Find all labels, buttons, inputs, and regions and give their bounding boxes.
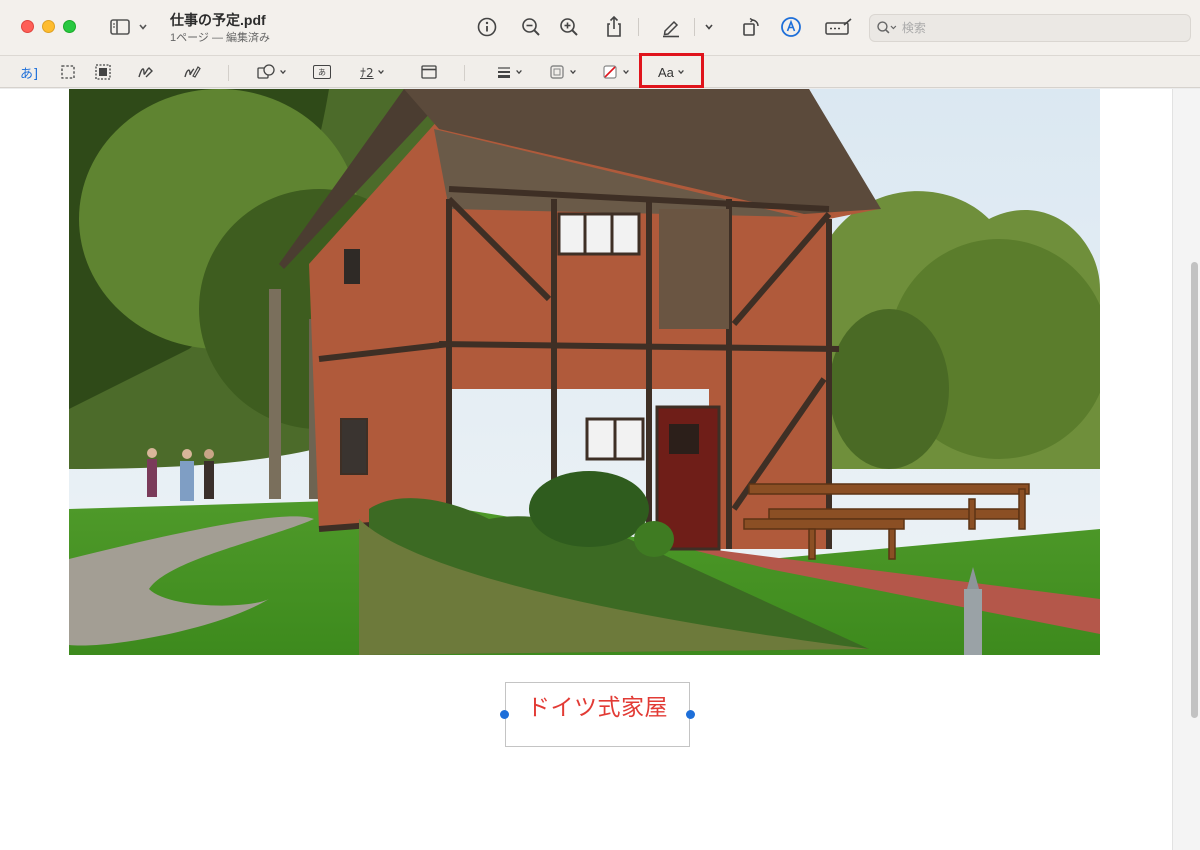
search-input[interactable] [901,21,1190,35]
chevron-down-icon [139,24,147,30]
document-viewport: ドイツ式家屋 [0,89,1200,850]
form-fill-icon [825,18,852,35]
sketch-icon [138,67,153,78]
border-color-menu[interactable] [548,60,577,84]
markup-button[interactable] [778,14,804,40]
sketch-tool[interactable] [136,60,156,84]
scrollbar-thumb[interactable] [1191,262,1198,718]
document-title: 仕事の予定.pdf [170,12,266,28]
search-field[interactable] [869,14,1191,42]
house-photo [69,89,1100,655]
rectangular-selection-tool[interactable] [60,60,76,84]
close-window-button[interactable] [21,20,34,33]
shapes-menu[interactable] [256,60,287,84]
rotate-button[interactable] [738,14,764,40]
pdf-page: ドイツ式家屋 [0,89,1172,850]
zoom-in-icon [560,18,578,36]
draw-icon [184,66,201,78]
signature-icon: ﾅ2 [360,65,374,80]
text-annotation[interactable]: ドイツ式家屋 [506,688,689,722]
chevron-down-icon [280,69,286,75]
chevron-down-icon [570,69,576,75]
line-style-icon [498,67,510,78]
note-tool[interactable] [420,60,438,84]
toolbar-divider [694,18,695,36]
highlight-button[interactable] [658,14,684,40]
share-button[interactable] [601,14,627,40]
sidebar-icon [110,19,130,35]
text-annotation-box[interactable]: ドイツ式家屋 [505,682,690,747]
rotate-icon [743,17,759,36]
fill-color-icon [603,65,617,79]
text-box-tool[interactable]: あ [313,60,331,84]
sign-menu[interactable]: ﾅ2 [360,60,385,84]
draw-tool[interactable] [182,60,202,84]
chevron-down-icon [623,69,629,75]
chevron-down-icon [705,24,713,30]
highlight-pen-icon [663,20,679,38]
maximize-window-button[interactable] [63,20,76,33]
photo-illustration [69,89,1100,655]
shape-style-menu[interactable] [496,60,523,84]
note-icon [421,65,437,79]
document-status: 1ページ — 編集済み [170,32,271,44]
shapes-icon [257,64,275,79]
text-box-icon: あ [313,65,331,79]
font-button-highlight [639,53,704,88]
window-titlebar: 仕事の予定.pdf 1ページ — 編集済み [0,0,1200,56]
minimize-window-button[interactable] [42,20,55,33]
share-icon [607,15,621,37]
toolbar-divider [638,18,639,36]
resize-handle-left[interactable] [500,710,509,719]
markup-toolbar: あ] あ ﾅ2 Aa [0,56,1200,88]
highlight-options-button[interactable] [698,14,720,40]
sidebar-toggle-button[interactable] [108,14,154,40]
smart-lasso-tool[interactable] [94,60,112,84]
resize-handle-right[interactable] [686,710,695,719]
chevron-down-icon [377,69,384,75]
toolbar-divider [464,65,465,81]
zoom-out-icon [522,18,540,36]
chevron-down-icon [516,69,522,75]
info-button[interactable] [474,14,500,40]
form-fill-button[interactable] [822,14,854,40]
search-icon [877,21,897,34]
markup-icon [781,17,801,37]
zoom-out-button[interactable] [518,14,544,40]
image-selection-icon [95,64,111,80]
zoom-in-button[interactable] [556,14,582,40]
text-selection-icon: あ] [20,66,39,82]
toolbar-divider [228,65,229,81]
text-selection-tool[interactable]: あ] [20,60,38,84]
info-icon [477,17,497,37]
fill-color-menu[interactable] [601,60,630,84]
rectangle-selection-icon [61,65,75,79]
border-color-icon [550,65,564,79]
